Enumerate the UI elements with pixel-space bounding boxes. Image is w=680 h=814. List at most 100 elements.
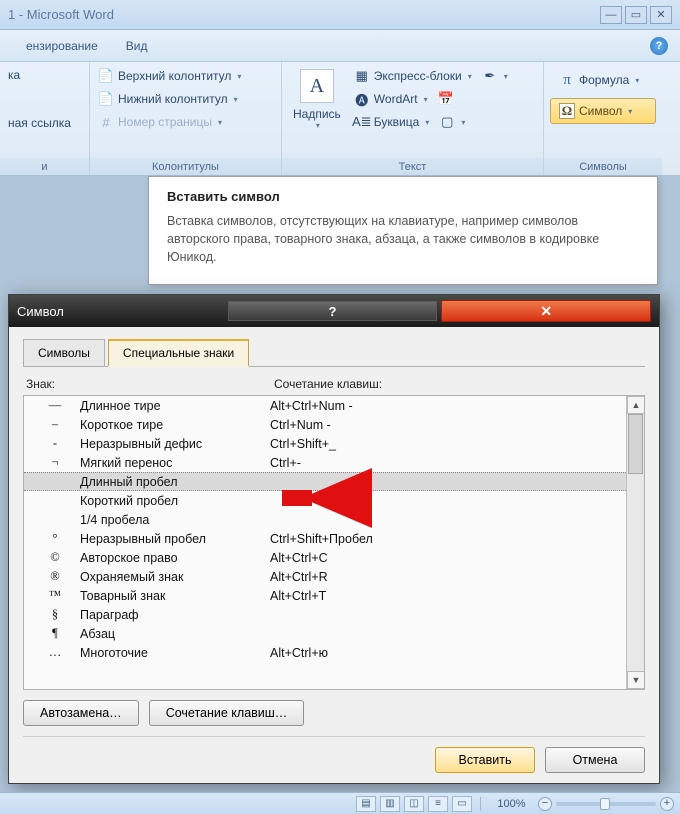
char-shortcut: Alt+Ctrl+Num - (270, 399, 620, 413)
char-glyph: ® (30, 569, 80, 584)
autocorrect-button[interactable]: Автозамена… (23, 700, 139, 726)
window-maximize-button[interactable]: ▭ (625, 6, 647, 24)
ribbon-header-button[interactable]: 📄Верхний колонтитул▾ (93, 66, 278, 86)
chevron-down-icon: ▾ (425, 118, 429, 127)
scroll-up-button[interactable]: ▲ (627, 396, 645, 414)
omega-icon: Ω (559, 103, 575, 119)
list-item[interactable]: Длинный пробел (24, 472, 626, 491)
list-item[interactable]: ®Охраняемый знакAlt+Ctrl+R (24, 567, 626, 586)
char-shortcut: Ctrl+- (270, 456, 620, 470)
chevron-down-icon: ▾ (504, 72, 508, 81)
symbol-dialog: Символ ? ✕ Символы Специальные знаки Зна… (8, 294, 660, 784)
list-item[interactable]: —Длинное тиреAlt+Ctrl+Num - (24, 396, 626, 415)
tab-special-characters[interactable]: Специальные знаки (108, 339, 249, 367)
char-name: Товарный знак (80, 589, 270, 603)
list-scrollbar[interactable]: ▲ ▼ (626, 396, 644, 689)
list-item[interactable]: ¬Мягкий переносCtrl+- (24, 453, 626, 472)
ribbon-group-label-links: и (0, 158, 89, 175)
view-web-button[interactable]: ◫ (404, 796, 424, 812)
list-item[interactable]: ©Авторское правоAlt+Ctrl+C (24, 548, 626, 567)
special-chars-list: —Длинное тиреAlt+Ctrl+Num -–Короткое тир… (23, 395, 645, 690)
tab-symbols[interactable]: Символы (23, 339, 105, 366)
dialog-titlebar[interactable]: Символ ? ✕ (9, 295, 659, 327)
list-item[interactable]: °Неразрывный пробелCtrl+Shift+Пробел (24, 529, 626, 548)
object-icon[interactable]: ▢ (439, 114, 455, 130)
char-glyph: ™ (30, 588, 80, 603)
status-bar: ▤ ▥ ◫ ≡ ▭ 100% − + (0, 792, 680, 814)
ribbon-item-ka[interactable]: ка (3, 66, 86, 84)
list-headers: Знак: Сочетание клавиш: (23, 367, 645, 395)
char-name: Параграф (80, 608, 270, 622)
window-close-button[interactable]: ✕ (650, 6, 672, 24)
zoom-level[interactable]: 100% (489, 798, 534, 810)
view-draft-button[interactable]: ▭ (452, 796, 472, 812)
wordart-icon: 🅐 (354, 91, 370, 107)
ribbon-group-text: A Надпись ▾ ▦Экспресс-блоки▾✒▾ 🅐WordArt▾… (282, 62, 544, 175)
ribbon-item-cross-reference[interactable]: ная ссылка (3, 114, 86, 132)
dialog-close-button[interactable]: ✕ (441, 300, 651, 322)
ribbon-group-symbols: πФормула▾ ΩСимвол▾ Символы (544, 62, 662, 175)
chevron-down-icon: ▾ (468, 72, 472, 81)
dialog-tabs: Символы Специальные знаки (23, 339, 645, 367)
ribbon-footer-button[interactable]: 📄Нижний колонтитул▾ (93, 89, 278, 109)
zoom-in-button[interactable]: + (660, 797, 674, 811)
char-name: Неразрывный дефис (80, 437, 270, 451)
ribbon-textbox-button[interactable]: A Надпись ▾ (285, 66, 349, 158)
signature-icon[interactable]: ✒ (482, 68, 498, 84)
list-item[interactable]: ¶Абзац (24, 624, 626, 643)
char-shortcut: Ctrl+Shift+Пробел (270, 532, 620, 546)
char-name: Мягкий перенос (80, 456, 270, 470)
zoom-slider[interactable] (556, 802, 656, 806)
tab-view[interactable]: Вид (112, 34, 162, 58)
char-shortcut: Alt+Ctrl+C (270, 551, 620, 565)
char-glyph: ° (30, 531, 80, 546)
char-name: Длинный пробел (80, 475, 270, 489)
header-icon: 📄 (98, 68, 114, 84)
pi-icon: π (559, 72, 575, 88)
list-item[interactable]: Короткий пробел (24, 491, 626, 510)
list-item[interactable]: ™Товарный знакAlt+Ctrl+T (24, 586, 626, 605)
ribbon-equation-button[interactable]: πФормула▾ (550, 67, 656, 93)
chevron-down-icon: ▾ (628, 107, 632, 116)
ribbon-wordart-button[interactable]: 🅐WordArt▾📅 (349, 89, 540, 109)
view-print-layout-button[interactable]: ▤ (356, 796, 376, 812)
shortcut-key-button[interactable]: Сочетание клавиш… (149, 700, 305, 726)
ribbon-group-links: ка ная ссылка и (0, 62, 90, 175)
header-shortcut: Сочетание клавиш: (274, 377, 382, 391)
list-item[interactable]: §Параграф (24, 605, 626, 624)
chevron-down-icon: ▾ (237, 72, 241, 81)
header-char: Знак: (26, 377, 274, 391)
zoom-out-button[interactable]: − (538, 797, 552, 811)
list-item[interactable]: 1/4 пробела (24, 510, 626, 529)
char-glyph: ¬ (30, 455, 80, 470)
window-minimize-button[interactable]: — (600, 6, 622, 24)
ribbon-dropcap-button[interactable]: A≣Буквица▾▢▾ (349, 112, 540, 132)
scroll-thumb[interactable] (628, 414, 643, 474)
char-name: Многоточие (80, 646, 270, 660)
cancel-button[interactable]: Отмена (545, 747, 645, 773)
ribbon-page-number-button[interactable]: #Номер страницы▾ (93, 112, 278, 132)
scroll-down-button[interactable]: ▼ (627, 671, 645, 689)
document-area: Вставить символ Вставка символов, отсутс… (0, 176, 680, 814)
dialog-help-button[interactable]: ? (228, 301, 438, 321)
view-outline-button[interactable]: ≡ (428, 796, 448, 812)
list-item[interactable]: …МноготочиеAlt+Ctrl+ю (24, 643, 626, 662)
list-item[interactable]: –Короткое тиреCtrl+Num - (24, 415, 626, 434)
tab-review[interactable]: ензирование (12, 34, 112, 58)
help-button[interactable]: ? (650, 37, 668, 55)
char-glyph: - (30, 436, 80, 451)
window-titlebar: 1 - Microsoft Word — ▭ ✕ (0, 0, 680, 30)
ribbon-symbol-button[interactable]: ΩСимвол▾ (550, 98, 656, 124)
char-glyph: — (30, 398, 80, 413)
insert-button[interactable]: Вставить (435, 747, 535, 773)
view-fullscreen-button[interactable]: ▥ (380, 796, 400, 812)
dropcap-icon: A≣ (354, 114, 370, 130)
zoom-slider-handle[interactable] (600, 798, 610, 810)
ribbon: ка ная ссылка и 📄Верхний колонтитул▾ 📄Ни… (0, 62, 680, 176)
textbox-icon: A (300, 69, 334, 103)
ribbon-group-label-headerfooter: Колонтитулы (90, 158, 281, 175)
ribbon-quickparts-button[interactable]: ▦Экспресс-блоки▾✒▾ (349, 66, 540, 86)
date-icon[interactable]: 📅 (438, 91, 454, 107)
list-item[interactable]: -Неразрывный дефисCtrl+Shift+_ (24, 434, 626, 453)
char-glyph: © (30, 550, 80, 565)
